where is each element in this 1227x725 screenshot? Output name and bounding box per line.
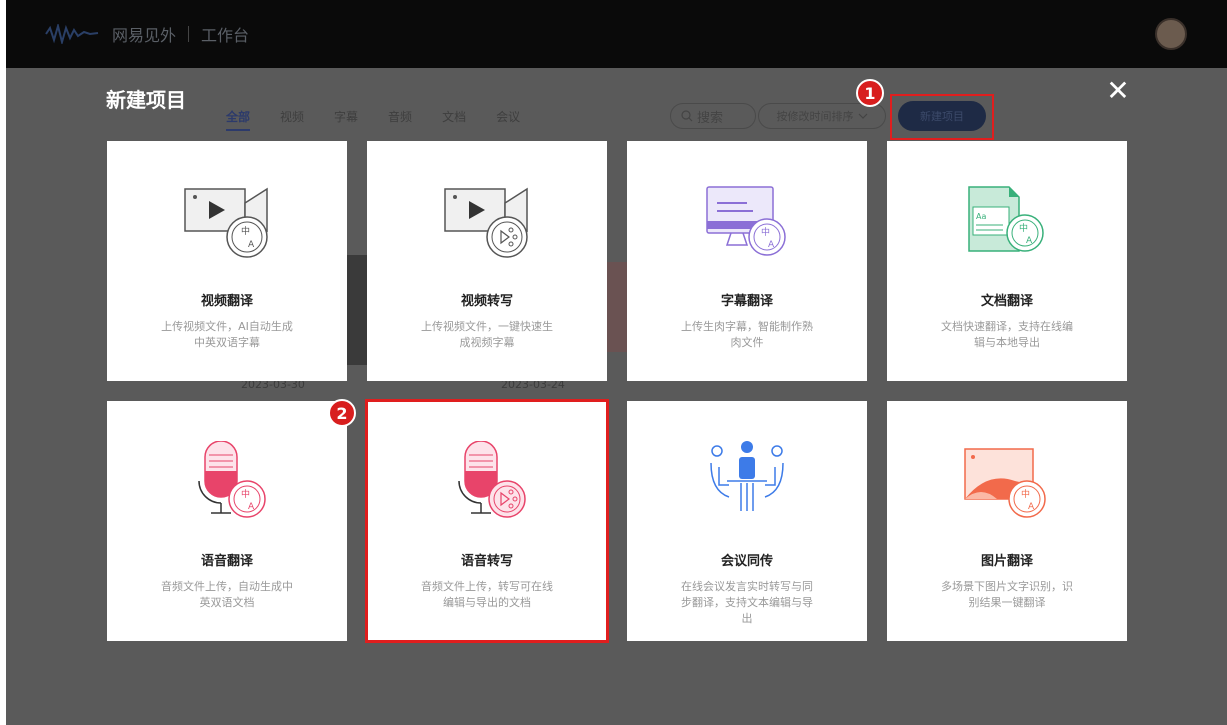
card-document-translate[interactable]: Aa 中 A 文档翻译 文档快速翻译，支持在线编辑与本地导出 xyxy=(887,141,1127,381)
card-desc: 音频文件上传，自动生成中英双语文档 xyxy=(161,580,293,609)
icon-en: A xyxy=(1026,236,1033,246)
category-tabs: 全部 视频 字幕 音频 文档 会议 xyxy=(226,108,550,131)
icon-en: A xyxy=(248,240,255,250)
background-thumbnail-2 xyxy=(607,262,627,352)
card-desc: 在线会议发言实时转写与同步翻译，支持文本编辑与导出 xyxy=(681,580,813,625)
close-button[interactable]: ✕ xyxy=(1106,77,1130,105)
background-thumbnail xyxy=(347,255,367,365)
card-desc: 上传视频文件，AI自动生成中英双语字幕 xyxy=(161,320,293,349)
document-translate-icon: Aa 中 A xyxy=(968,186,1044,252)
highlight-box-2 xyxy=(365,399,609,643)
audio-translate-icon: 中 A xyxy=(198,441,266,518)
icon-en: A xyxy=(768,240,775,250)
icon-zh: 中 xyxy=(1019,222,1028,234)
card-title: 文档翻译 xyxy=(980,294,1033,309)
card-subtitle-translate[interactable]: 中 A 字幕翻译 上传生肉字幕，智能制作熟肉文件 xyxy=(627,141,867,381)
card-audio-translate[interactable]: 中 A 语音翻译 音频文件上传，自动生成中英双语文档 xyxy=(107,401,347,641)
icon-en: A xyxy=(1028,502,1035,512)
search-label: 搜索 xyxy=(697,110,724,126)
card-title: 字幕翻译 xyxy=(720,294,773,309)
tab-video[interactable]: 视频 xyxy=(280,108,304,131)
card-title: 语音翻译 xyxy=(200,554,253,569)
video-translate-icon: 中 A xyxy=(184,187,268,258)
step-badge-1: 1 xyxy=(856,79,884,107)
highlight-box-1 xyxy=(890,94,994,140)
card-video-transcribe[interactable]: 视频转写 上传视频文件，一键快速生成视频字幕 xyxy=(367,141,607,381)
card-desc: 文档快速翻译，支持在线编辑与本地导出 xyxy=(941,320,1073,349)
search-input[interactable]: 搜索 xyxy=(670,103,756,129)
card-video-translate[interactable]: 中 A 视频翻译 上传视频文件，AI自动生成中英双语字幕 xyxy=(107,141,347,381)
card-meeting-interpret[interactable]: 会议同传 在线会议发言实时转写与同步翻译，支持文本编辑与导出 xyxy=(627,401,867,641)
chevron-down-icon xyxy=(858,113,867,119)
tab-audio[interactable]: 音频 xyxy=(388,108,412,131)
card-desc: 上传视频文件，一键快速生成视频字幕 xyxy=(421,320,553,349)
card-title: 视频转写 xyxy=(460,294,513,309)
image-translate-icon: 中 A xyxy=(964,448,1046,518)
tab-document[interactable]: 文档 xyxy=(442,108,466,131)
icon-zh: 中 xyxy=(1021,488,1030,500)
sort-dropdown[interactable]: 按修改时间排序 xyxy=(758,103,886,129)
card-title: 会议同传 xyxy=(720,554,773,569)
card-title: 视频翻译 xyxy=(200,294,253,309)
logo-text: 网易见外 xyxy=(112,26,177,45)
search-icon xyxy=(681,110,693,122)
tab-all[interactable]: 全部 xyxy=(226,108,251,131)
card-desc: 上传生肉字幕，智能制作熟肉文件 xyxy=(681,320,813,349)
subtitle-translate-icon: 中 A xyxy=(706,186,786,256)
icon-zh: 中 xyxy=(241,225,250,237)
workspace-link[interactable]: 工作台 xyxy=(201,22,249,46)
card-title: 图片翻译 xyxy=(980,554,1033,569)
step-badge-2: 2 xyxy=(328,399,356,427)
app-logo[interactable]: 网易见外 工作台 xyxy=(44,22,249,46)
logo-wave-icon xyxy=(45,24,99,44)
tab-meeting[interactable]: 会议 xyxy=(496,108,520,131)
logo-divider xyxy=(188,26,190,42)
card-desc: 多场景下图片文字识别，识别结果一键翻译 xyxy=(941,580,1073,609)
modal-title: 新建项目 xyxy=(106,88,186,112)
sort-label: 按修改时间排序 xyxy=(776,110,854,123)
icon-zh: 中 xyxy=(761,226,770,238)
video-transcribe-icon xyxy=(444,187,528,258)
avatar[interactable] xyxy=(1155,18,1187,50)
card-image-translate[interactable]: 中 A 图片翻译 多场景下图片文字识别，识别结果一键翻译 xyxy=(887,401,1127,641)
icon-zh: 中 xyxy=(241,488,250,500)
tab-subtitle[interactable]: 字幕 xyxy=(334,108,358,131)
icon-aa: Aa xyxy=(976,212,986,221)
icon-en: A xyxy=(248,502,255,512)
meeting-interpret-icon xyxy=(710,441,784,511)
